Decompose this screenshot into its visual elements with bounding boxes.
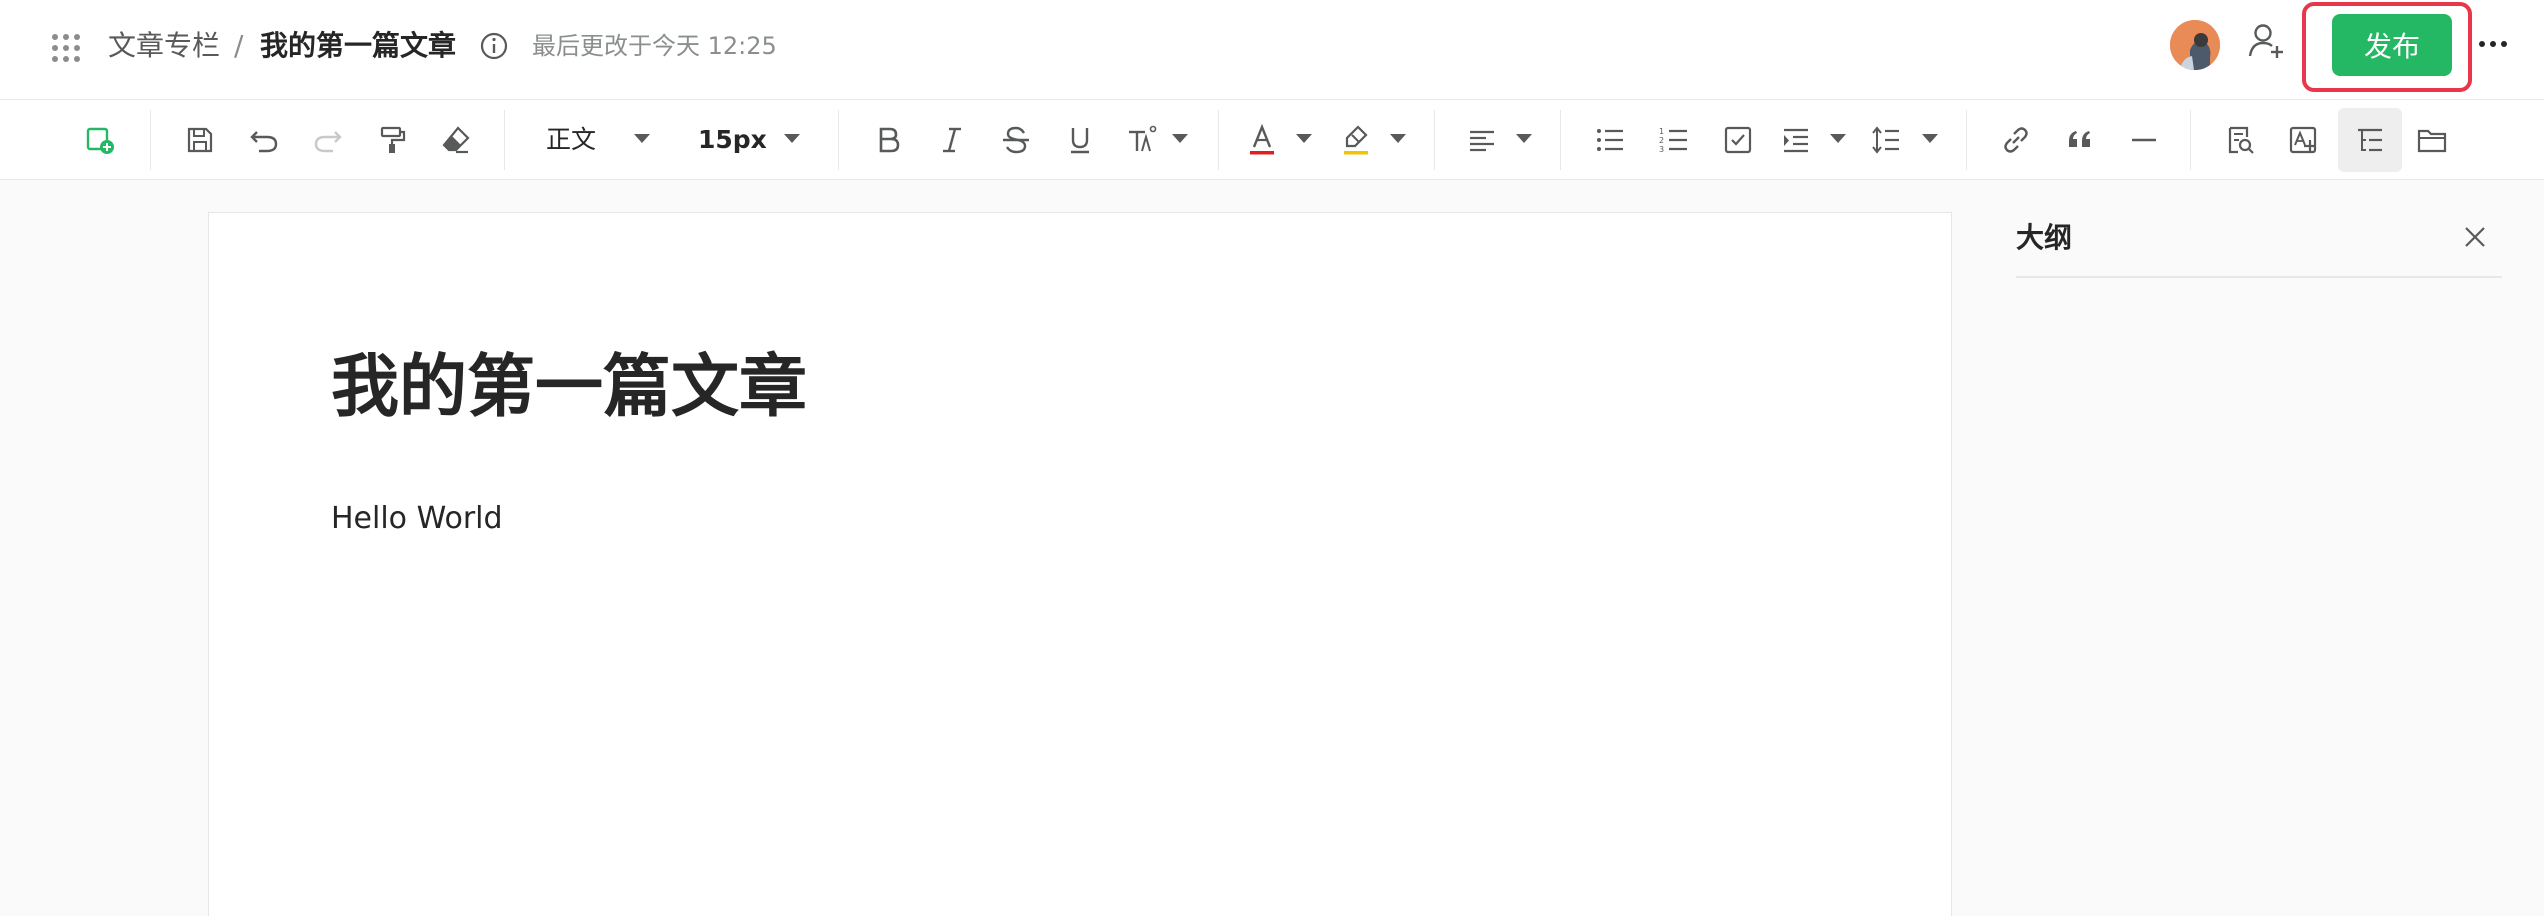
svg-text:3: 3	[1659, 145, 1664, 154]
bulleted-list-icon[interactable]	[1588, 118, 1632, 162]
folder-icon[interactable]	[2410, 118, 2454, 162]
user-avatar[interactable]	[2170, 20, 2220, 70]
undo-icon[interactable]	[242, 118, 286, 162]
breadcrumb-doc-title[interactable]: 我的第一篇文章	[260, 26, 456, 66]
outline-panel-title: 大纲	[2016, 221, 2073, 254]
paragraph-style-select[interactable]: 正文	[546, 120, 596, 160]
apps-grid-icon[interactable]	[48, 30, 80, 62]
new-doc-icon[interactable]	[78, 118, 122, 162]
svg-text:2: 2	[1659, 136, 1664, 145]
save-icon[interactable]	[178, 118, 222, 162]
align-left-icon[interactable]	[1460, 118, 1504, 162]
highlight-color-caret-icon[interactable]	[1390, 134, 1406, 143]
more-options-icon[interactable]	[2474, 34, 2514, 54]
indent-icon[interactable]	[1774, 118, 1818, 162]
info-icon[interactable]	[478, 30, 510, 62]
document-title[interactable]: 我的第一篇文章	[331, 343, 807, 433]
editor-toolbar: 正文 15px 123	[0, 100, 2544, 180]
font-size-select[interactable]: 15px	[698, 120, 767, 160]
top-header: 文章专栏 / 我的第一篇文章 最后更改于今天 12:25 发布	[0, 0, 2544, 100]
document-body-paragraph[interactable]: Hello World	[331, 499, 503, 539]
font-color-icon[interactable]	[1240, 118, 1284, 162]
clear-format-icon[interactable]	[434, 118, 478, 162]
underline-icon[interactable]	[1058, 118, 1102, 162]
outline-divider	[2016, 276, 2502, 278]
text-style-more-caret-icon[interactable]	[1172, 134, 1188, 143]
editor-canvas[interactable]: 我的第一篇文章 Hello World	[208, 212, 1952, 916]
line-height-caret-icon[interactable]	[1922, 134, 1938, 143]
highlight-color-icon[interactable]	[1334, 118, 1378, 162]
line-height-icon[interactable]	[1864, 118, 1908, 162]
find-replace-icon[interactable]	[2218, 118, 2262, 162]
bold-icon[interactable]	[866, 118, 910, 162]
italic-icon[interactable]	[930, 118, 974, 162]
outline-toggle-icon[interactable]	[2338, 108, 2402, 172]
strikethrough-icon[interactable]	[994, 118, 1038, 162]
close-icon[interactable]	[2460, 222, 2490, 252]
quote-icon[interactable]	[2058, 118, 2102, 162]
breadcrumb-column-link[interactable]: 文章专栏	[108, 26, 220, 66]
align-caret-icon[interactable]	[1516, 134, 1532, 143]
svg-text:1: 1	[1659, 127, 1664, 136]
task-list-icon[interactable]	[1716, 118, 1760, 162]
redo-icon[interactable]	[306, 118, 350, 162]
paragraph-style-caret-icon[interactable]	[634, 134, 650, 143]
breadcrumb-separator: /	[234, 29, 244, 62]
publish-button[interactable]: 发布	[2332, 14, 2452, 76]
last-modified-text: 最后更改于今天 12:25	[532, 32, 777, 60]
image-text-icon[interactable]	[2282, 118, 2326, 162]
indent-caret-icon[interactable]	[1830, 134, 1846, 143]
numbered-list-icon[interactable]: 123	[1652, 118, 1696, 162]
font-color-caret-icon[interactable]	[1296, 134, 1312, 143]
link-icon[interactable]	[1994, 118, 2038, 162]
format-painter-icon[interactable]	[370, 118, 414, 162]
font-size-caret-icon[interactable]	[784, 134, 800, 143]
superscript-icon[interactable]	[1120, 118, 1164, 162]
horizontal-rule-icon[interactable]	[2122, 118, 2166, 162]
add-collaborator-icon[interactable]	[2246, 20, 2288, 62]
